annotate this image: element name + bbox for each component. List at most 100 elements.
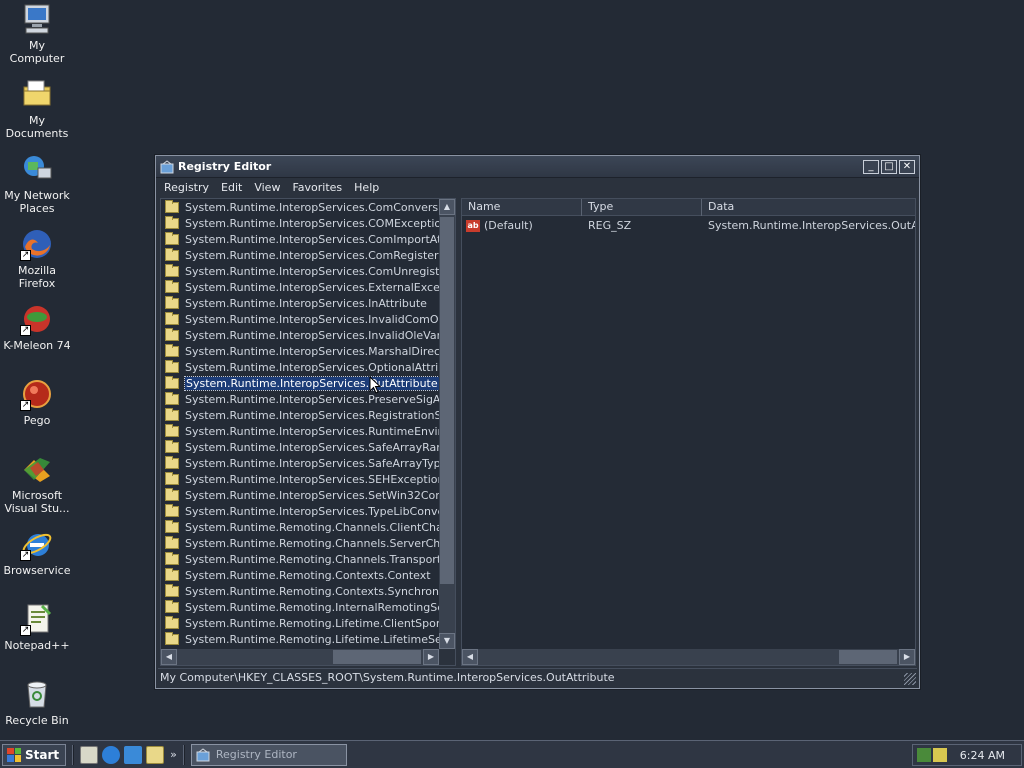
tree-item[interactable]: System.Runtime.InteropServices.OptionalA…	[161, 359, 439, 375]
folder-icon	[165, 631, 179, 645]
tree-item[interactable]: System.Runtime.InteropServices.InvalidCo…	[161, 311, 439, 327]
column-header-name[interactable]: Name	[462, 199, 582, 216]
tree-horizontal-scrollbar[interactable]: ◀ ▶	[161, 649, 439, 665]
tree-item[interactable]: System.Runtime.InteropServices.SetWin32C…	[161, 487, 439, 503]
maximize-button[interactable]: □	[881, 159, 897, 174]
network-status-icon[interactable]	[917, 748, 931, 762]
folder-icon	[165, 439, 179, 453]
folder-icon	[165, 327, 179, 341]
desktop-icon-recycle-bin[interactable]: Recycle Bin	[0, 677, 74, 727]
tree-item-label: System.Runtime.InteropServices.Registrat…	[185, 408, 439, 422]
tree-item-label: System.Runtime.InteropServices.SEHExcept…	[185, 472, 439, 486]
title-bar[interactable]: Registry Editor _ □ ✕	[156, 156, 919, 178]
scroll-thumb[interactable]	[839, 650, 897, 664]
tree-item[interactable]: System.Runtime.InteropServices.RuntimeEn…	[161, 423, 439, 439]
desktop-icon-k-meleon[interactable]: ↗ K-Meleon 74	[0, 302, 74, 352]
tree-item[interactable]: System.Runtime.InteropServices.Registrat…	[161, 407, 439, 423]
desktop-icon-browservice[interactable]: ↗ Browservice	[0, 527, 74, 577]
tree-item[interactable]: System.Runtime.InteropServices.InAttribu…	[161, 295, 439, 311]
resize-grip[interactable]	[904, 673, 916, 685]
tree-item[interactable]: System.Runtime.InteropServices.ExternalE…	[161, 279, 439, 295]
tree-item[interactable]: System.Runtime.Remoting.Lifetime.ClientS…	[161, 615, 439, 631]
desktop-icon-firefox[interactable]: ↗ Mozilla Firefox	[0, 227, 74, 290]
desktop-icon-my-documents[interactable]: My Documents	[0, 77, 74, 140]
scroll-right-button[interactable]: ▶	[423, 649, 439, 665]
tree-item-label: System.Runtime.InteropServices.SetWin32C…	[185, 488, 439, 502]
tree-item[interactable]: System.Runtime.InteropServices.ComImport…	[161, 231, 439, 247]
menu-help[interactable]: Help	[350, 181, 387, 194]
tree-item[interactable]: System.Runtime.InteropServices.SEHExcept…	[161, 471, 439, 487]
folder-icon	[165, 599, 179, 613]
tree-item[interactable]: System.Runtime.Remoting.Channels.Transpo…	[161, 551, 439, 567]
desktop-icon-visual-studio[interactable]: Microsoft Visual Stu...	[0, 452, 74, 515]
folder-icon	[165, 551, 179, 565]
scroll-thumb[interactable]	[440, 217, 454, 584]
scroll-thumb[interactable]	[333, 650, 421, 664]
tree-item[interactable]: System.Runtime.Remoting.Channels.ClientC…	[161, 519, 439, 535]
firefox-icon: ↗	[20, 227, 54, 261]
tree-item[interactable]: System.Runtime.InteropServices.MarshalDi…	[161, 343, 439, 359]
tree-item[interactable]: System.Runtime.Remoting.Contexts.Synchro…	[161, 583, 439, 599]
list-row[interactable]: ab (Default) REG_SZ System.Runtime.Intero…	[462, 216, 915, 234]
key-tree-pane[interactable]: System.Runtime.InteropServices.ComConver…	[160, 198, 456, 666]
scroll-left-button[interactable]: ◀	[462, 649, 478, 665]
taskbar-button-label: Registry Editor	[215, 748, 297, 761]
quick-launch-more-button[interactable]: »	[170, 748, 177, 761]
values-list-pane[interactable]: Name Type Data ab (Default) REG_SZ System…	[461, 198, 916, 666]
tree-item[interactable]: System.Runtime.InteropServices.TypeLibCo…	[161, 503, 439, 519]
menu-edit[interactable]: Edit	[217, 181, 250, 194]
tree-item-label: System.Runtime.InteropServices.SafeArray…	[185, 456, 439, 470]
desktop-icon-pego[interactable]: ↗ Pego	[0, 377, 74, 427]
tree-item[interactable]: System.Runtime.InteropServices.InvalidOl…	[161, 327, 439, 343]
scroll-left-button[interactable]: ◀	[161, 649, 177, 665]
tree-item[interactable]: System.Runtime.InteropServices.ComRegist…	[161, 247, 439, 263]
tree-item-label: System.Runtime.InteropServices.ComImport…	[185, 232, 439, 246]
shortcut-arrow-icon: ↗	[20, 325, 31, 336]
folder-icon	[165, 503, 179, 517]
menu-favorites[interactable]: Favorites	[288, 181, 350, 194]
folder-icon	[165, 215, 179, 229]
internet-explorer-icon[interactable]	[102, 745, 121, 764]
scroll-up-button[interactable]: ▲	[439, 199, 455, 215]
menu-registry[interactable]: Registry	[160, 181, 217, 194]
scroll-right-button[interactable]: ▶	[899, 649, 915, 665]
scroll-down-button[interactable]: ▼	[439, 633, 455, 649]
minimize-button[interactable]: _	[863, 159, 879, 174]
tree-item[interactable]: System.Runtime.InteropServices.OutAttrib…	[161, 375, 439, 391]
tree-item[interactable]: System.Runtime.InteropServices.ComUnregi…	[161, 263, 439, 279]
tray-app-icon[interactable]	[933, 748, 947, 762]
tree-item[interactable]: System.Runtime.Remoting.Channels.ServerC…	[161, 535, 439, 551]
desktop-icon-label: Mozilla Firefox	[18, 264, 56, 290]
list-horizontal-scrollbar[interactable]: ◀ ▶	[462, 649, 915, 665]
search-folder-icon[interactable]	[146, 745, 165, 764]
start-label: Start	[25, 747, 60, 762]
tree-item[interactable]: System.Runtime.InteropServices.SafeArray…	[161, 439, 439, 455]
column-header-data[interactable]: Data	[702, 199, 915, 216]
close-button[interactable]: ✕	[899, 159, 915, 174]
start-button[interactable]: Start	[2, 743, 67, 766]
show-desktop-icon[interactable]	[80, 745, 99, 764]
tree-vertical-scrollbar[interactable]: ▲ ▼	[439, 199, 455, 649]
clock[interactable]: 6:24 AM	[960, 749, 1005, 762]
network-icon[interactable]	[124, 745, 143, 764]
desktop-icon-my-computer[interactable]: My Computer	[0, 2, 74, 65]
tree-item[interactable]: System.Runtime.InteropServices.COMExcept…	[161, 215, 439, 231]
tree-item[interactable]: System.Runtime.InteropServices.ComConver…	[161, 199, 439, 215]
tree-item-label: System.Runtime.InteropServices.SafeArray…	[185, 440, 439, 454]
tree-item[interactable]: System.Runtime.InteropServices.SafeArray…	[161, 455, 439, 471]
tree-item-label: System.Runtime.InteropServices.ComRegist…	[185, 248, 439, 262]
desktop-icon-label: Browservice	[3, 564, 71, 577]
desktop-icon-network-places[interactable]: My Network Places	[0, 152, 74, 215]
column-header-type[interactable]: Type	[582, 199, 702, 216]
tree-item[interactable]: System.Runtime.Remoting.Contexts.Context	[161, 567, 439, 583]
desktop-icon-notepad-plus-plus[interactable]: ↗ Notepad++	[0, 602, 74, 652]
tree-item[interactable]: System.Runtime.Remoting.InternalRemoting…	[161, 599, 439, 615]
tree-item[interactable]: System.Runtime.Remoting.Lifetime.Lifetim…	[161, 631, 439, 647]
taskbar-button-registry-editor[interactable]: Registry Editor	[190, 743, 347, 766]
status-path: My Computer\HKEY_CLASSES_ROOT\System.Run…	[160, 671, 615, 684]
tree-item-label: System.Runtime.InteropServices.RuntimeEn…	[185, 424, 439, 438]
folder-icon	[165, 263, 179, 277]
menu-view[interactable]: View	[250, 181, 288, 194]
menu-bar: Registry Edit View Favorites Help	[156, 178, 919, 196]
tree-item[interactable]: System.Runtime.InteropServices.PreserveS…	[161, 391, 439, 407]
